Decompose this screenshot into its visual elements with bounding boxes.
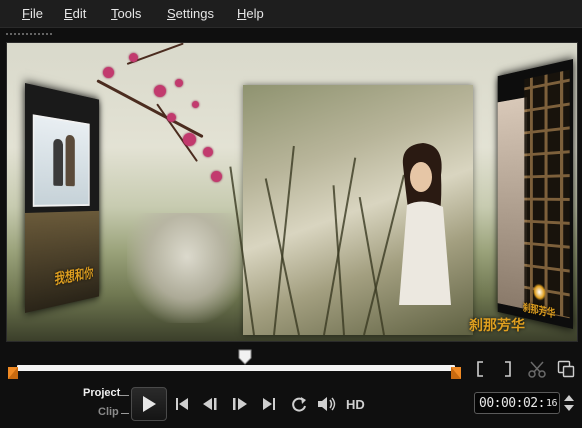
panel-grip[interactable] xyxy=(5,32,53,36)
enlarge-preview-icon[interactable] xyxy=(556,359,576,379)
right-photo-panel: 刹那芳华 xyxy=(497,59,573,329)
couple-photo xyxy=(32,114,90,207)
mode-clip[interactable]: Clip xyxy=(98,406,119,418)
menu-settings[interactable]: Settings xyxy=(167,6,214,21)
previous-frame-icon xyxy=(203,398,217,410)
menu-file[interactable]: File xyxy=(22,6,43,21)
grass-blade xyxy=(332,185,345,336)
menu-bar: File Edit Tools Settings Help xyxy=(0,0,582,28)
spin-down-icon xyxy=(564,405,574,411)
scissors-icon[interactable] xyxy=(527,359,547,379)
blossom xyxy=(154,85,166,97)
menu-edit[interactable]: Edit xyxy=(64,6,86,21)
next-frame-icon xyxy=(233,398,247,410)
grass-blade xyxy=(323,157,357,336)
timeline-scrubber[interactable] xyxy=(17,365,455,371)
repeat-button[interactable] xyxy=(288,394,310,414)
blossom xyxy=(129,53,138,62)
woman-figure xyxy=(399,143,451,305)
blossom xyxy=(103,67,114,78)
reclining-figure xyxy=(127,213,247,323)
center-photo-panel xyxy=(229,85,473,336)
blossom xyxy=(183,133,196,146)
menu-tools[interactable]: Tools xyxy=(111,6,141,21)
go-to-start-button[interactable] xyxy=(171,394,193,414)
repeat-icon xyxy=(292,397,306,412)
mark-out-bracket-icon[interactable] xyxy=(500,360,516,378)
volume-icon xyxy=(318,397,336,411)
previous-frame-button[interactable] xyxy=(200,394,222,414)
left-photo-panel: 我想和你 xyxy=(25,83,100,313)
trim-end-handle[interactable] xyxy=(450,366,462,380)
go-to-end-icon xyxy=(263,398,275,410)
window-lattice xyxy=(524,69,570,319)
next-frame-button[interactable] xyxy=(228,394,250,414)
spin-up-icon xyxy=(564,395,574,401)
blossom xyxy=(167,113,176,122)
side-photo xyxy=(497,97,528,310)
blossom xyxy=(175,79,183,87)
mode-connector xyxy=(119,395,129,396)
go-to-start-icon xyxy=(176,398,188,410)
mark-in-bracket-icon[interactable] xyxy=(472,360,488,378)
mode-connector xyxy=(121,413,129,414)
timecode-spinner[interactable] xyxy=(562,392,576,414)
timecode-main: 00:00:02: xyxy=(479,395,545,411)
menu-help[interactable]: Help xyxy=(237,6,264,21)
play-icon xyxy=(143,396,156,412)
blossom xyxy=(211,171,222,182)
blossom xyxy=(192,101,199,108)
hd-toggle[interactable]: HD xyxy=(346,397,365,412)
play-button[interactable] xyxy=(131,387,167,421)
blossom xyxy=(203,147,213,157)
timecode-field[interactable]: 00:00:02: 16 xyxy=(474,392,560,414)
trim-start-handle[interactable] xyxy=(7,366,19,380)
overlay-text-bottom: 刹那芳华 xyxy=(469,318,525,334)
preview-window[interactable]: 我想和你 刹那芳华 刹那芳华 xyxy=(6,42,578,342)
field-photo xyxy=(25,210,100,313)
timecode-frame: 16 xyxy=(545,397,558,409)
volume-button[interactable] xyxy=(316,394,338,414)
mode-project[interactable]: Project xyxy=(83,387,120,399)
grass-blade xyxy=(264,178,300,336)
go-to-end-button[interactable] xyxy=(258,394,280,414)
